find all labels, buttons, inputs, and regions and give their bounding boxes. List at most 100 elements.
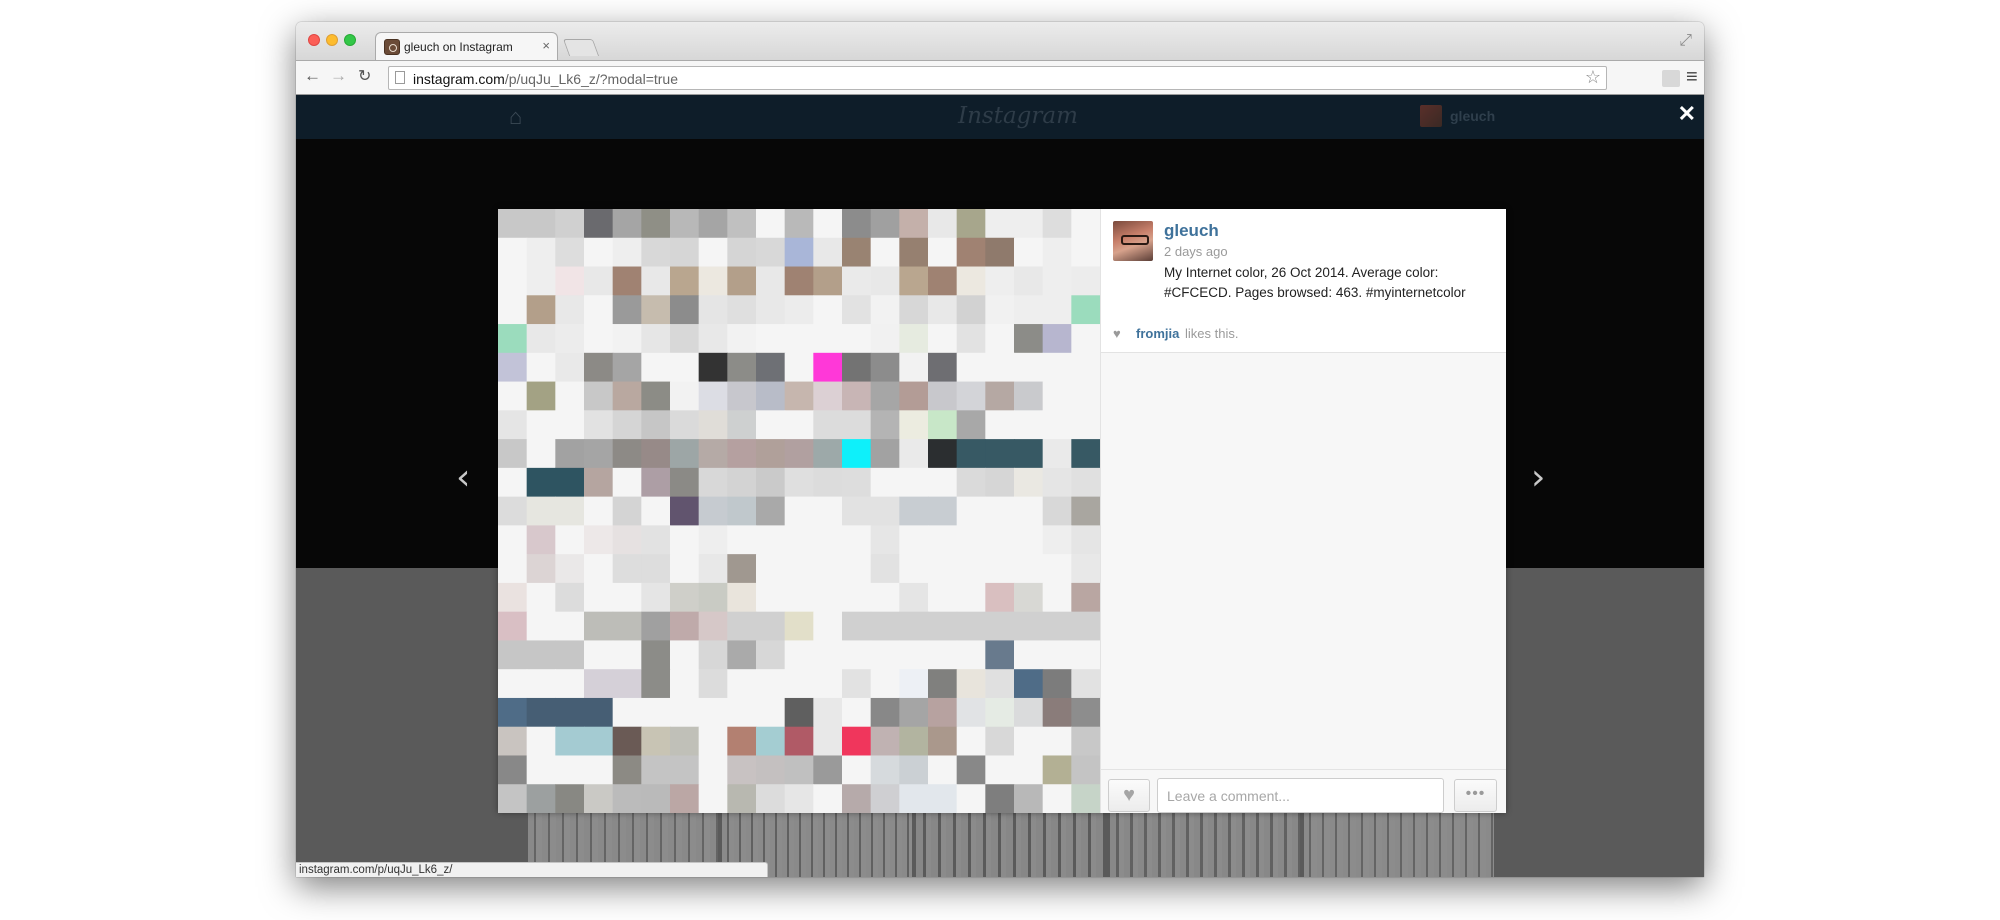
url-text[interactable]: instagram.com/p/uqJu_Lk6_z/?modal=true [413, 71, 678, 87]
mosaic-cell [756, 755, 786, 785]
mosaic-cell [756, 324, 786, 354]
mosaic-cell [956, 784, 986, 813]
tab-close-icon[interactable]: × [542, 38, 550, 53]
mosaic-cell [641, 352, 671, 383]
comment-input[interactable] [1157, 778, 1444, 813]
mosaic-cell [584, 266, 614, 296]
mosaic-cell [584, 755, 614, 785]
mosaic-cell [698, 352, 728, 383]
mosaic-cell [756, 726, 786, 757]
new-tab-button[interactable] [562, 39, 600, 56]
mosaic-cell [727, 209, 757, 239]
mosaic-cell [555, 496, 585, 526]
mosaic-cell [870, 554, 900, 584]
mosaic-cell [1014, 467, 1044, 498]
mosaic-cell [1071, 324, 1100, 354]
mosaic-cell [899, 295, 929, 325]
mosaic-cell [1042, 324, 1072, 354]
mosaic-cell [1071, 352, 1100, 383]
caption-area: gleuch 2 days ago My Internet color, 26 … [1101, 209, 1506, 315]
mosaic-cell [956, 410, 986, 440]
mosaic-cell [584, 525, 614, 555]
mosaic-cell [1042, 381, 1072, 411]
more-options-button[interactable]: ••• [1454, 779, 1497, 812]
mosaic-cell [813, 295, 843, 325]
next-post-arrow-icon[interactable]: › [1531, 457, 1545, 498]
mosaic-cell [1071, 755, 1100, 785]
reload-icon[interactable]: ↻ [358, 66, 371, 86]
mosaic-cell [756, 295, 786, 325]
mosaic-cell [985, 640, 1015, 670]
mosaic-cell [985, 352, 1015, 383]
mosaic-cell [670, 467, 700, 498]
mosaic-cell [670, 352, 700, 383]
mosaic-cell [498, 755, 528, 785]
mosaic-cell [784, 582, 814, 613]
mosaic-cell [1014, 755, 1044, 785]
mosaic-cell [756, 640, 786, 670]
mosaic-cell [928, 554, 958, 584]
instagram-logo[interactable]: Instagram [958, 103, 1078, 129]
close-modal-icon[interactable]: ✕ [1678, 101, 1696, 127]
liker-username[interactable]: fromjia [1136, 326, 1179, 341]
mosaic-cell [1042, 352, 1072, 383]
mosaic-cell [1071, 295, 1100, 325]
mosaic-cell [784, 295, 814, 325]
mosaic-cell [612, 410, 642, 440]
mosaic-cell [612, 669, 642, 699]
mosaic-cell [1071, 381, 1100, 411]
mosaic-cell [813, 439, 843, 469]
mosaic-cell [670, 237, 700, 268]
mosaic-cell [612, 554, 642, 584]
header-avatar[interactable] [1420, 105, 1442, 127]
mosaic-cell [985, 209, 1015, 239]
bookmark-star-icon[interactable]: ☆ [1585, 67, 1601, 88]
header-username[interactable]: gleuch [1450, 108, 1495, 124]
zoom-window-button[interactable] [344, 34, 356, 46]
mosaic-cell [985, 467, 1015, 498]
mosaic-cell [956, 381, 986, 411]
mosaic-cell [928, 726, 958, 757]
tab-active[interactable]: gleuch on Instagram × [375, 32, 558, 61]
like-button[interactable]: ♥ [1108, 779, 1150, 812]
mosaic-cell [1071, 410, 1100, 440]
extension-icon[interactable] [1662, 70, 1680, 87]
mosaic-cell [612, 755, 642, 785]
mosaic-cell [985, 669, 1015, 699]
mosaic-cell [784, 525, 814, 555]
post-photo[interactable] [498, 209, 1100, 813]
mosaic-cell [584, 784, 614, 813]
mosaic-cell [870, 352, 900, 383]
mosaic-cell [1042, 697, 1072, 728]
mosaic-cell [526, 467, 556, 498]
mosaic-cell [813, 237, 843, 268]
mosaic-cell [870, 209, 900, 239]
mosaic-cell [842, 726, 872, 757]
forward-arrow-icon[interactable]: → [330, 66, 347, 86]
close-window-button[interactable] [308, 34, 320, 46]
menu-icon[interactable]: ≡ [1686, 66, 1698, 89]
home-icon[interactable]: ⌂ [509, 104, 531, 129]
post-username[interactable]: gleuch [1164, 221, 1219, 241]
address-bar[interactable]: instagram.com/p/uqJu_Lk6_z/?modal=true ☆ [388, 66, 1607, 90]
mosaic-cell [670, 755, 700, 785]
minimize-window-button[interactable] [326, 34, 338, 46]
fullscreen-icon[interactable]: ⤢ [1679, 32, 1692, 50]
mosaic-cell [813, 554, 843, 584]
post-sidebar: gleuch 2 days ago My Internet color, 26 … [1100, 209, 1506, 813]
mosaic-cell [641, 237, 671, 268]
avatar[interactable] [1113, 221, 1153, 261]
previous-post-arrow-icon[interactable]: ‹ [456, 457, 470, 498]
mosaic-cell [1014, 439, 1044, 469]
mosaic-cell [842, 755, 872, 785]
mosaic-cell [842, 525, 872, 555]
mosaic-cell [670, 209, 700, 239]
mosaic-cell [612, 266, 642, 296]
back-arrow-icon[interactable]: ← [304, 66, 321, 86]
mosaic-cell [612, 381, 642, 411]
mosaic-cell [928, 324, 958, 354]
page-icon [395, 71, 405, 84]
mosaic-cell [555, 439, 585, 469]
post-timestamp[interactable]: 2 days ago [1164, 244, 1228, 259]
mosaic-cell [985, 784, 1015, 813]
